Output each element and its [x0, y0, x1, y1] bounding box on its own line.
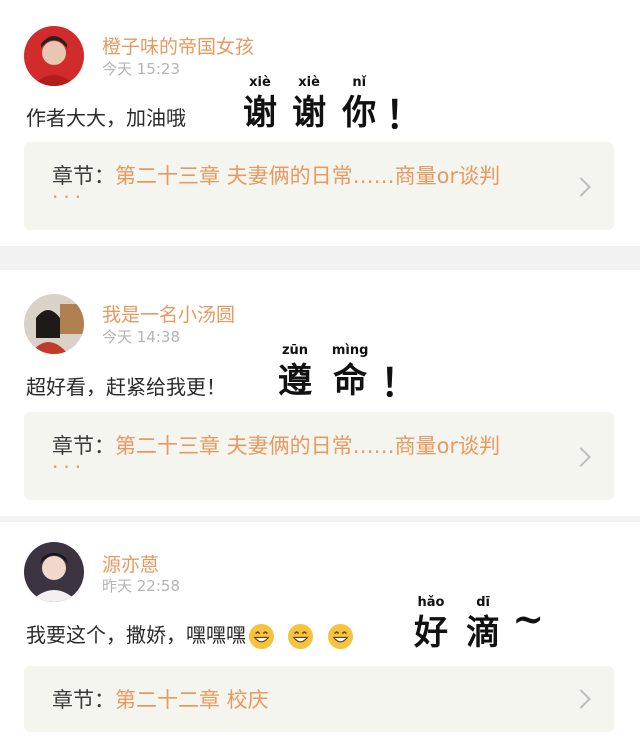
chapter-ellipsis: ··· — [52, 455, 87, 479]
reply-char: 遵 — [278, 361, 312, 401]
comment-text: 我要这个，撒娇，嘿嘿嘿 — [26, 619, 360, 650]
pinyin: xiè — [249, 75, 271, 90]
pinyin: zūn — [281, 343, 309, 358]
pinyin: mìng — [331, 343, 369, 358]
chevron-right-icon — [571, 689, 591, 709]
comment-card: 橙子味的帝国女孩 今天 15:23 作者大大，加油哦 xiè 谢 xiè 谢 nǐ 你… — [0, 0, 640, 246]
emoji-row — [248, 623, 360, 650]
author-reply: xiè 谢 xiè 谢 nǐ 你 ！ — [240, 75, 423, 134]
comment-time: 今天 14:38 — [102, 328, 180, 346]
grinning-face-emoji — [327, 623, 353, 650]
reply-char: 好 — [414, 613, 448, 653]
avatar[interactable] — [24, 26, 84, 86]
chevron-right-icon — [571, 447, 591, 467]
author-reply: zūn 遵 mìng 命 ！ — [270, 343, 418, 402]
comment-time: 今天 15:23 — [102, 60, 180, 78]
chapter-title: 第二十二章 校庆 — [115, 688, 269, 712]
chevron-right-icon — [571, 177, 591, 197]
avatar[interactable] — [24, 294, 84, 354]
comment-card: 源亦蒽 昨天 22:58 我要这个，撒娇，嘿嘿嘿 hǎo 好 dī 滴 ~ 章节：第… — [0, 522, 640, 754]
username[interactable]: 我是一名小汤圆 — [102, 300, 235, 327]
chapter-link[interactable]: 章节：第二十三章 夫妻俩的日常……商量or谈判 ··· — [24, 142, 614, 230]
pinyin: dī — [476, 595, 490, 610]
pinyin: hǎo — [417, 595, 445, 610]
chapter-title: 第二十三章 夫妻俩的日常……商量or谈判 — [115, 434, 501, 458]
avatar-photo — [24, 542, 84, 602]
reply-mark: ~ — [512, 596, 545, 641]
username[interactable]: 源亦蒽 — [102, 550, 159, 577]
chapter-ellipsis: ··· — [52, 185, 87, 209]
avatar-photo — [24, 294, 84, 354]
pinyin: nǐ — [352, 75, 367, 90]
grinning-face-emoji — [288, 623, 314, 650]
chapter-link[interactable]: 章节：第二十二章 校庆 — [24, 666, 614, 732]
comment-card: 我是一名小汤圆 今天 14:38 超好看，赶紧给我更！ zūn 遵 mìng 命 ！… — [0, 270, 640, 516]
grinning-face-emoji — [248, 623, 275, 650]
reply-mark: ！ — [385, 92, 424, 137]
reply-mark: ！ — [380, 360, 419, 405]
author-reply: hǎo 好 dī 滴 ~ — [408, 595, 544, 654]
pinyin: xiè — [298, 75, 320, 90]
comment-text: 作者大大，加油哦 — [26, 106, 186, 130]
chapter-link[interactable]: 章节：第二十三章 夫妻俩的日常……商量or谈判 ··· — [24, 412, 614, 500]
avatar[interactable] — [24, 542, 84, 602]
reply-char: 滴 — [466, 613, 501, 653]
reply-char: 你 — [342, 93, 377, 133]
comment-text: 超好看，赶紧给我更！ — [26, 375, 226, 399]
comment-text-content: 我要这个，撒娇，嘿嘿嘿 — [26, 623, 246, 647]
comment-time: 昨天 22:58 — [102, 577, 180, 595]
chapter-title: 第二十三章 夫妻俩的日常……商量or谈判 — [115, 164, 501, 188]
reply-char: 谢 — [243, 93, 277, 133]
reply-char: 命 — [333, 361, 368, 401]
chapter-line: 章节：第二十三章 夫妻俩的日常……商量or谈判 — [52, 430, 500, 460]
chapter-line: 章节：第二十二章 校庆 — [52, 684, 269, 714]
username[interactable]: 橙子味的帝国女孩 — [102, 32, 254, 59]
avatar-photo — [24, 26, 84, 86]
reply-char: 谢 — [292, 93, 327, 133]
chapter-label: 章节： — [52, 688, 115, 712]
chapter-line: 章节：第二十三章 夫妻俩的日常……商量or谈判 — [52, 160, 500, 190]
